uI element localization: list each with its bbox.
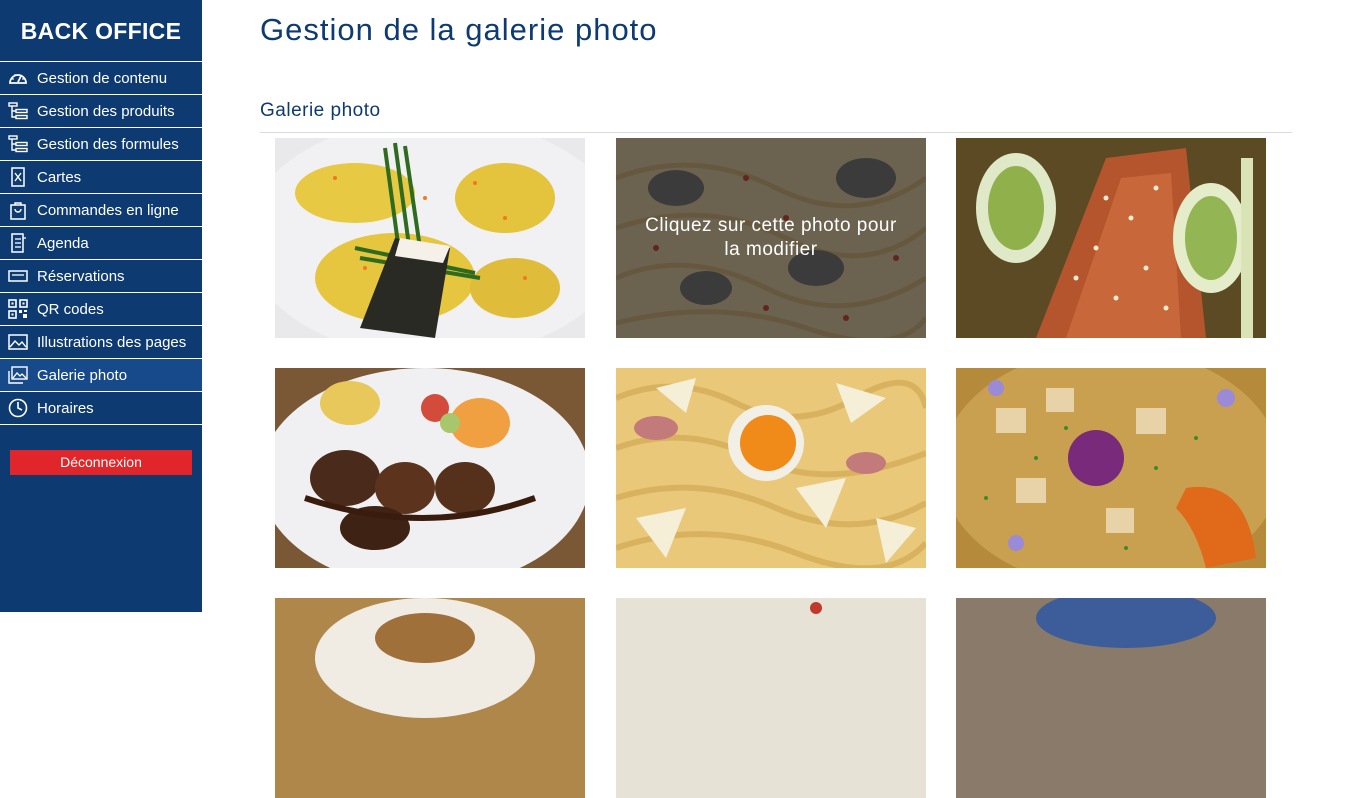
agenda-icon xyxy=(7,232,29,254)
sidebar-item-label: Illustrations des pages xyxy=(37,333,187,351)
sidebar-item-agenda[interactable]: Agenda xyxy=(0,227,202,260)
section-divider xyxy=(260,132,1292,133)
sidebar-item-gestion-produits[interactable]: Gestion des produits xyxy=(0,95,202,128)
brand-title: BACK OFFICE xyxy=(0,0,202,62)
sidebar: BACK OFFICE Gestion de contenu Gestion d… xyxy=(0,0,202,612)
clock-icon xyxy=(7,397,29,419)
duck-dish-photo xyxy=(275,368,585,568)
gallery-photo[interactable] xyxy=(956,138,1266,338)
menu-card-icon xyxy=(7,166,29,188)
dashboard-icon xyxy=(7,67,29,89)
sidebar-item-label: Galerie photo xyxy=(37,366,128,384)
gallery-photo[interactable] xyxy=(616,368,926,568)
sidebar-item-galerie-photo[interactable]: Galerie photo xyxy=(0,359,202,392)
gallery-photo[interactable]: Cliquez sur cette photo pour la modifier xyxy=(616,138,926,338)
sidebar-nav: Gestion de contenu Gestion des produits … xyxy=(0,62,202,425)
sidebar-item-qr-codes[interactable]: QR codes xyxy=(0,293,202,326)
dish-photo-row3-3 xyxy=(956,598,1266,798)
image-icon xyxy=(7,331,29,353)
sidebar-item-cartes[interactable]: Cartes xyxy=(0,161,202,194)
sidebar-item-label: Gestion des formules xyxy=(37,135,179,153)
gallery-photo[interactable] xyxy=(275,598,585,798)
sidebar-item-label: Horaires xyxy=(37,399,94,417)
sidebar-item-label: Agenda xyxy=(37,234,89,252)
sidebar-item-horaires[interactable]: Horaires xyxy=(0,392,202,425)
edit-photo-overlay[interactable]: Cliquez sur cette photo pour la modifier xyxy=(616,138,926,338)
sidebar-item-label: QR codes xyxy=(37,300,104,318)
sidebar-item-label: Commandes en ligne xyxy=(37,201,179,219)
tree-list-icon xyxy=(7,133,29,155)
salmon-dish-photo xyxy=(956,138,1266,338)
page-title: Gestion de la galerie photo xyxy=(260,12,658,47)
fish-dish-photo xyxy=(275,138,585,338)
logout-button[interactable]: Déconnexion xyxy=(10,450,192,475)
gallery-photo[interactable] xyxy=(956,598,1266,798)
tree-list-icon xyxy=(7,100,29,122)
qr-code-icon xyxy=(7,298,29,320)
sidebar-item-gestion-formules[interactable]: Gestion des formules xyxy=(0,128,202,161)
sidebar-item-label: Cartes xyxy=(37,168,82,186)
dish-photo-row3-2 xyxy=(616,598,926,798)
gallery-photo[interactable] xyxy=(616,598,926,798)
sidebar-item-commandes-en-ligne[interactable]: Commandes en ligne xyxy=(0,194,202,227)
dish-photo-row3-1 xyxy=(275,598,585,798)
gallery-icon xyxy=(7,364,29,386)
section-title: Galerie photo xyxy=(260,100,381,121)
sidebar-item-label: Gestion de contenu xyxy=(37,69,168,87)
gallery-photo[interactable] xyxy=(275,138,585,338)
gallery-photo[interactable] xyxy=(956,368,1266,568)
sidebar-item-illustrations[interactable]: Illustrations des pages xyxy=(0,326,202,359)
sidebar-item-label: Gestion des produits xyxy=(37,102,175,120)
carbonara-photo xyxy=(616,368,926,568)
gallery-photo[interactable] xyxy=(275,368,585,568)
shopping-bag-icon xyxy=(7,199,29,221)
sidebar-item-gestion-contenu[interactable]: Gestion de contenu xyxy=(0,62,202,95)
sidebar-item-reservations[interactable]: Réservations xyxy=(0,260,202,293)
sidebar-item-label: Réservations xyxy=(37,267,125,285)
curry-dish-photo xyxy=(956,368,1266,568)
ticket-icon xyxy=(7,265,29,287)
